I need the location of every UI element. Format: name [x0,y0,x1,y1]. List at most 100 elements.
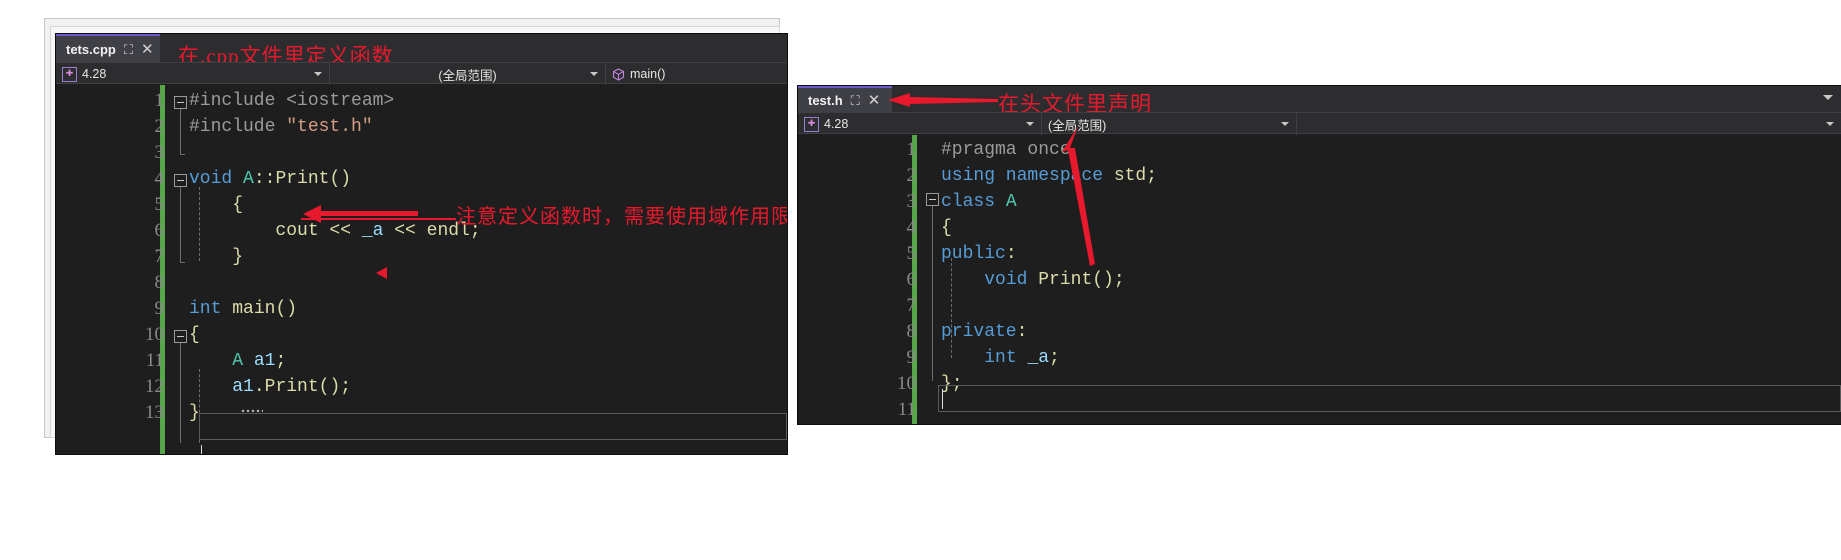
cube-icon [612,67,625,81]
pin-icon[interactable]: ⛶ [124,43,133,56]
code-line[interactable]: 4{ [798,215,1841,241]
right-code-pane[interactable]: 1 #pragma once 2 using namespace std; 3 class… [798,135,1841,424]
code-token: _a [1027,348,1050,368]
code-line[interactable]: 6 void Print(); [798,267,1841,293]
code-token: ; [1049,348,1060,368]
member-dropdown[interactable] [1297,113,1841,135]
fold-guide-foot [180,154,185,155]
code-text: int main() [189,296,297,322]
text-caret [201,445,202,454]
code-token: :: [253,169,276,189]
intellisense-underline [241,409,263,412]
code-line[interactable]: 10 { [56,322,787,348]
right-editor-window: test.h ⛶ ✕ 在头文件里声明 ✚ 4.28 (全局范围) 1 #pragm… [798,86,1841,424]
code-line[interactable]: 9 int main() [56,296,787,322]
code-text: void A::Print() [189,166,351,192]
project-label: 4.28 [82,67,107,81]
project-dropdown[interactable]: ✚ 4.28 [56,63,330,85]
close-icon[interactable]: ✕ [141,42,154,57]
line-number: 6 [154,220,165,241]
code-line[interactable]: 2 using namespace std; [798,163,1841,189]
code-text: class A [941,189,1017,215]
code-line[interactable]: 3 [56,140,787,166]
code-line[interactable]: 3 class A [798,189,1841,215]
fold-toggle-line9[interactable] [174,330,187,343]
fold-guide-main [180,343,181,443]
text-caret [942,389,943,409]
current-line-highlight [199,413,787,440]
fold-toggle-line1[interactable] [174,96,187,109]
code-text: void Print(); [941,267,1124,293]
inline-annotation-line4: 注意定义函数时，需要使用域作用限定符 [456,206,787,228]
tab-tets-cpp[interactable]: tets.cpp ⛶ ✕ [56,34,160,62]
left-code-lines: 1 #include <iostream> 2 #include "test.h" 3 4… [56,88,787,426]
code-token: A [232,351,244,371]
code-token: a1 [232,377,254,397]
code-token: int [189,299,233,319]
code-text: { [189,322,200,348]
code-line[interactable]: 2 #include "test.h" [56,114,787,140]
fold-toggle-class-a[interactable] [926,193,939,206]
left-code-pane[interactable]: 1 #include <iostream> 2 #include "test.h" 3 4… [56,85,787,454]
code-line[interactable]: 4 void A::Print() [56,166,787,192]
code-token: Print [275,169,330,189]
line-number: 8 [906,321,917,342]
code-token: main [232,299,276,319]
code-line[interactable]: 7 [798,293,1841,319]
close-icon[interactable]: ✕ [868,93,881,108]
code-line[interactable]: 11 A a1; [56,348,787,374]
left-nav-bar: ✚ 4.28 (全局范围) main() [56,62,787,85]
code-line[interactable]: 8 [56,270,787,296]
right-tabstrip-overflow-caret[interactable] [1823,95,1833,100]
indent-guide-print [199,187,200,261]
code-text: A a1; [189,348,286,374]
code-text: cout << _a << endl; [189,218,480,244]
annotation-underline-line4 [301,218,456,220]
code-token: a1 [253,351,276,371]
project-icon: ✚ [62,66,77,82]
line-number: 4 [906,217,917,238]
code-line[interactable]: 9 int _a; [798,345,1841,371]
line-number: 4 [154,168,165,189]
code-line[interactable]: 1 #pragma once [798,137,1841,163]
pin-icon[interactable]: ⛶ [851,94,860,107]
fold-guide-print [180,187,181,262]
member-label: main() [630,67,666,81]
code-line[interactable]: 12 a1.Print(); [56,374,787,400]
line-number: 11 [145,350,164,371]
line-number: 11 [897,399,916,420]
chevron-down-icon [1826,122,1834,126]
tab-test-h[interactable]: test.h ⛶ ✕ [798,86,892,112]
code-token: { [189,325,200,345]
fold-guide-class [932,206,933,381]
project-dropdown[interactable]: ✚ 4.28 [798,113,1042,135]
project-icon: ✚ [804,116,819,132]
member-dropdown[interactable]: main() [606,63,787,85]
right-code-lines: 1 #pragma once 2 using namespace std; 3 class… [798,137,1841,423]
code-line[interactable]: 5 public: [798,241,1841,267]
code-token: () [275,299,298,319]
code-text: { [189,192,243,218]
fold-toggle-line4[interactable] [174,174,187,187]
code-text: #include <iostream> [189,88,394,114]
code-line[interactable]: 8 private: [798,319,1841,345]
line-number: 7 [154,246,165,267]
code-line[interactable]: 1 #include <iostream> [56,88,787,114]
code-line[interactable]: 7 } [56,244,787,270]
line-number: 3 [154,142,165,163]
line-number: 2 [154,116,165,137]
code-token: : [1005,244,1017,264]
line-number: 7 [906,295,917,316]
tab-label: test.h [808,92,843,108]
scope-dropdown[interactable]: (全局范围) [330,63,606,85]
left-editor-window: tets.cpp ⛶ ✕ 在.cpp文件里定义函数 ✚ 4.28 (全局范围) … [56,34,787,454]
chevron-down-icon [590,72,598,76]
code-token: int [984,348,1028,368]
code-text: public: [941,241,1017,267]
code-token: std; [1113,166,1158,186]
tab-label: tets.cpp [66,41,116,57]
code-token: A [243,169,254,189]
line-number: 12 [145,376,164,397]
